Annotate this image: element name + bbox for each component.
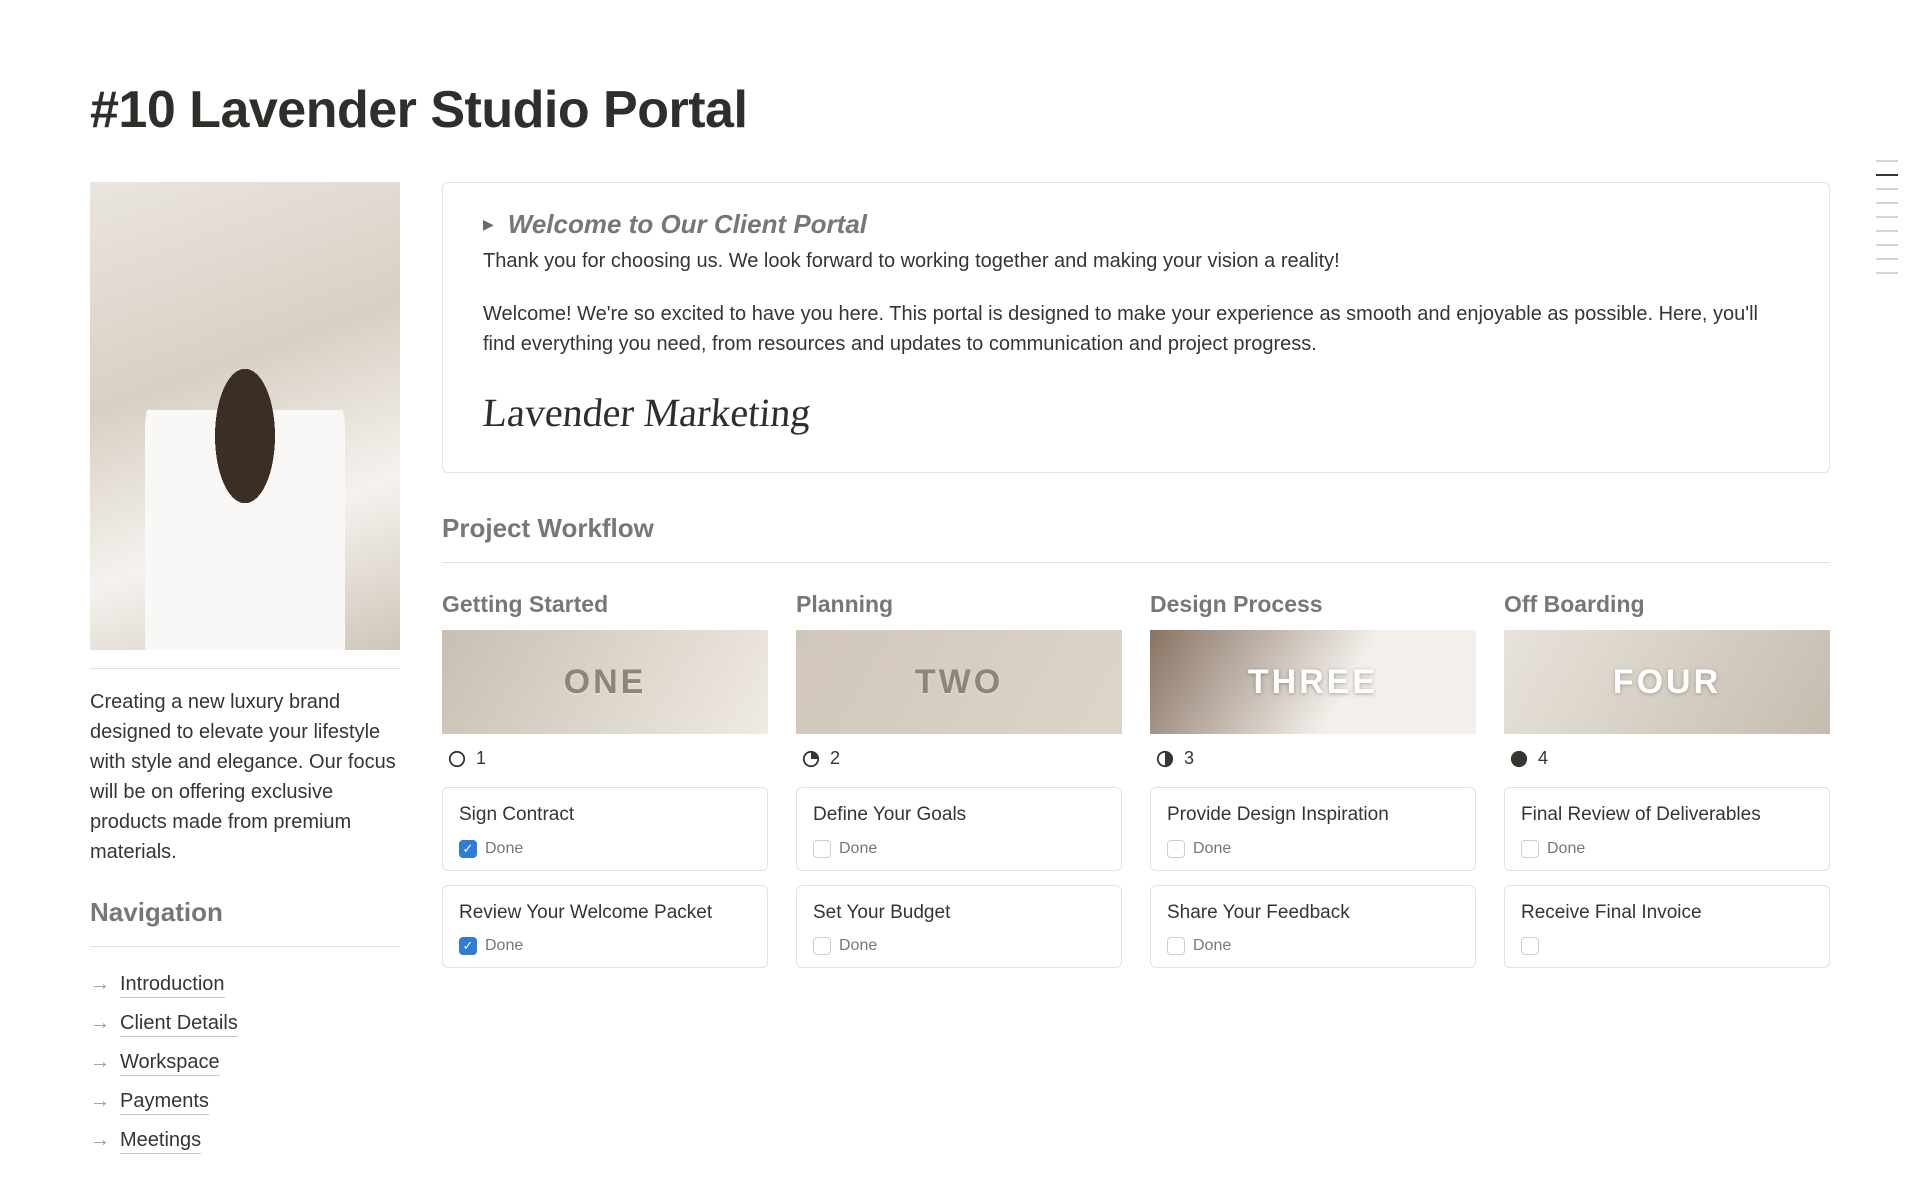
workflow-banner-label: TWO xyxy=(915,663,1003,702)
workflow-column: Off Boarding FOUR 4 Final Review of Deli… xyxy=(1504,591,1830,968)
workflow-column-title: Off Boarding xyxy=(1504,591,1830,618)
nav-item-label: Introduction xyxy=(120,971,225,998)
workflow-progress-label: 1 xyxy=(476,748,486,769)
workflow-column: Design Process THREE 3 Provide Design In… xyxy=(1150,591,1476,968)
workflow-column-title: Planning xyxy=(796,591,1122,618)
done-label: Done xyxy=(1193,937,1231,955)
task-card[interactable]: Receive Final Invoice xyxy=(1504,885,1830,969)
sidebar-description: Creating a new luxury brand designed to … xyxy=(90,687,400,867)
nav-item-label: Workspace xyxy=(120,1049,220,1076)
arrow-right-icon: → xyxy=(90,973,110,996)
task-card[interactable]: Set Your Budget Done xyxy=(796,885,1122,969)
task-title: Sign Contract xyxy=(459,802,751,828)
task-card[interactable]: Final Review of Deliverables Done xyxy=(1504,787,1830,871)
arrow-right-icon: → xyxy=(90,1090,110,1113)
workflow-progress: 3 xyxy=(1150,734,1476,773)
task-title: Define Your Goals xyxy=(813,802,1105,828)
workflow-progress-label: 4 xyxy=(1538,748,1548,769)
welcome-callout: ▶ Welcome to Our Client Portal Thank you… xyxy=(442,182,1830,473)
task-card[interactable]: Review Your Welcome Packet ✓ Done xyxy=(442,885,768,969)
checkbox-icon[interactable] xyxy=(813,840,831,858)
nav-item-label: Meetings xyxy=(120,1127,201,1154)
workflow-progress: 1 xyxy=(442,734,768,773)
task-title: Provide Design Inspiration xyxy=(1167,802,1459,828)
divider xyxy=(442,562,1830,563)
checkbox-icon[interactable]: ✓ xyxy=(459,840,477,858)
workflow-banner-label: ONE xyxy=(564,663,647,702)
workflow-progress-label: 3 xyxy=(1184,748,1194,769)
task-title: Final Review of Deliverables xyxy=(1521,802,1813,828)
workflow-column: Getting Started ONE 1 Sign Contract ✓ Do… xyxy=(442,591,768,968)
task-title: Share Your Feedback xyxy=(1167,900,1459,926)
toggle-icon[interactable]: ▶ xyxy=(483,216,494,233)
divider xyxy=(90,946,400,947)
workflow-banner[interactable]: THREE xyxy=(1150,630,1476,734)
workflow-column-title: Getting Started xyxy=(442,591,768,618)
nav-item-workspace[interactable]: → Workspace xyxy=(90,1043,400,1082)
page-title: #10 Lavender Studio Portal xyxy=(90,80,1830,140)
workflow-column: Planning TWO 2 Define Your Goals Done Se… xyxy=(796,591,1122,968)
nav-item-meetings[interactable]: → Meetings xyxy=(90,1121,400,1160)
workflow-banner[interactable]: ONE xyxy=(442,630,768,734)
callout-subtitle: Thank you for choosing us. We look forwa… xyxy=(483,250,1789,273)
checkbox-icon[interactable] xyxy=(1167,840,1185,858)
workflow-banner-label: FOUR xyxy=(1613,663,1721,702)
workflow-progress: 4 xyxy=(1504,734,1830,773)
workflow-banner-label: THREE xyxy=(1248,663,1378,702)
arrow-right-icon: → xyxy=(90,1051,110,1074)
workflow-progress-label: 2 xyxy=(830,748,840,769)
callout-body: Welcome! We're so excited to have you he… xyxy=(483,299,1789,359)
workflow-progress: 2 xyxy=(796,734,1122,773)
task-card[interactable]: Define Your Goals Done xyxy=(796,787,1122,871)
page-outline-nav[interactable] xyxy=(1876,160,1898,274)
nav-item-label: Payments xyxy=(120,1088,209,1115)
task-card[interactable]: Sign Contract ✓ Done xyxy=(442,787,768,871)
nav-item-introduction[interactable]: → Introduction xyxy=(90,965,400,1004)
nav-item-payments[interactable]: → Payments xyxy=(90,1082,400,1121)
hero-image xyxy=(90,182,400,650)
task-card[interactable]: Provide Design Inspiration Done xyxy=(1150,787,1476,871)
task-card[interactable]: Share Your Feedback Done xyxy=(1150,885,1476,969)
task-title: Receive Final Invoice xyxy=(1521,900,1813,926)
done-label: Done xyxy=(839,840,877,858)
workflow-column-title: Design Process xyxy=(1150,591,1476,618)
checkbox-icon[interactable]: ✓ xyxy=(459,937,477,955)
workflow-banner[interactable]: FOUR xyxy=(1504,630,1830,734)
task-title: Review Your Welcome Packet xyxy=(459,900,751,926)
callout-title: Welcome to Our Client Portal xyxy=(508,209,867,240)
checkbox-icon[interactable] xyxy=(1521,840,1539,858)
checkbox-icon[interactable] xyxy=(813,937,831,955)
signature: Lavender Marketing xyxy=(481,389,1791,436)
navigation-heading: Navigation xyxy=(90,897,400,928)
done-label: Done xyxy=(1547,840,1585,858)
done-label: Done xyxy=(839,937,877,955)
nav-item-client-details[interactable]: → Client Details xyxy=(90,1004,400,1043)
arrow-right-icon: → xyxy=(90,1129,110,1152)
workflow-heading: Project Workflow xyxy=(442,513,1830,544)
done-label: Done xyxy=(485,840,523,858)
checkbox-icon[interactable] xyxy=(1167,937,1185,955)
nav-item-label: Client Details xyxy=(120,1010,238,1037)
done-label: Done xyxy=(485,937,523,955)
task-title: Set Your Budget xyxy=(813,900,1105,926)
divider xyxy=(90,668,400,669)
workflow-banner[interactable]: TWO xyxy=(796,630,1122,734)
arrow-right-icon: → xyxy=(90,1012,110,1035)
done-label: Done xyxy=(1193,840,1231,858)
checkbox-icon[interactable] xyxy=(1521,937,1539,955)
